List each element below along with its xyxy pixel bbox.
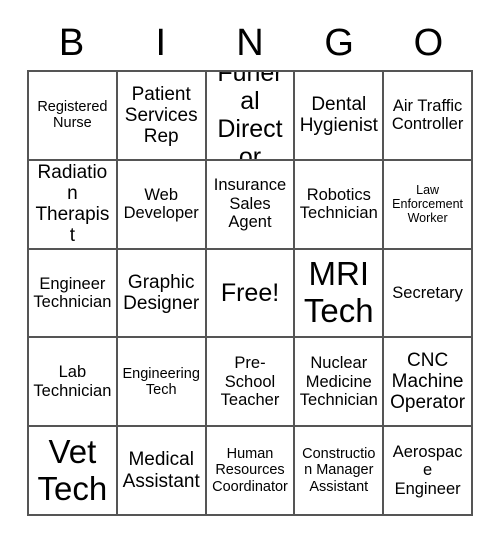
bingo-cell[interactable]: Air Traffic Controller: [384, 72, 473, 161]
bingo-card: B I N G O Registered Nurse Patient Servi…: [0, 0, 500, 544]
bingo-cell-label: Engineer Technician: [33, 274, 112, 311]
bingo-cell[interactable]: Lab Technician: [29, 338, 118, 428]
bingo-cell[interactable]: Radiation Therapist: [29, 160, 118, 250]
bingo-cell[interactable]: CNC Machine Operator: [384, 338, 473, 428]
bingo-cell-label: Registered Nurse: [37, 99, 108, 132]
bingo-cell-label: Air Traffic Controller: [391, 96, 464, 134]
bingo-cell[interactable]: Engineering Tech: [117, 338, 207, 428]
bingo-cell[interactable]: Human Resources Coordinator: [206, 427, 296, 516]
bingo-cell[interactable]: Engineer Technician: [29, 249, 118, 339]
bingo-cell-label: Robotics Technician: [299, 185, 378, 223]
bingo-cell[interactable]: Aerospace Engineer: [384, 427, 473, 516]
bingo-cell-free[interactable]: Free!: [206, 249, 296, 339]
bingo-header-letter-g: G: [324, 22, 354, 64]
bingo-cell-label: Vet Tech: [37, 432, 108, 507]
bingo-cell[interactable]: Construction Manager Assistant: [295, 427, 385, 516]
bingo-cell[interactable]: Insurance Sales Agent: [206, 160, 296, 250]
bingo-cell[interactable]: Web Developer: [117, 160, 207, 250]
bingo-cell-label: Lab Technician: [33, 363, 112, 400]
bingo-cell-label: Secretary: [392, 283, 463, 302]
bingo-cell-label: Free!: [220, 278, 280, 307]
bingo-cell-label: Funeral Director: [217, 72, 283, 161]
bingo-cell[interactable]: MRI Tech: [295, 249, 385, 339]
bingo-cell-label: MRI Tech: [303, 255, 374, 329]
bingo-cell-label: Law Enforcement Worker: [392, 183, 464, 226]
bingo-cell-label: Insurance Sales Agent: [213, 176, 287, 232]
bingo-cell[interactable]: Dental Hygienist: [295, 72, 385, 161]
bingo-cell-label: Radiation Therapist: [35, 161, 110, 247]
bingo-cell-label: Construction Manager Assistant: [302, 446, 376, 495]
bingo-cell[interactable]: Funeral Director: [206, 72, 296, 161]
bingo-header-letter-b: B: [58, 22, 85, 64]
bingo-cell[interactable]: Registered Nurse: [29, 72, 118, 161]
bingo-cell-label: Nuclear Medicine Technician: [299, 354, 378, 410]
bingo-cell[interactable]: Law Enforcement Worker: [384, 160, 473, 250]
bingo-cell[interactable]: Patient Services Rep: [117, 72, 207, 161]
bingo-header-row: B I N G O: [27, 18, 473, 68]
bingo-cell[interactable]: Secretary: [384, 249, 473, 339]
bingo-cell[interactable]: Medical Assistant: [117, 427, 207, 516]
bingo-cell-label: Human Resources Coordinator: [212, 446, 288, 495]
bingo-cell-label: Aerospace Engineer: [392, 442, 463, 498]
bingo-cell-label: CNC Machine Operator: [390, 349, 466, 414]
bingo-header-letter-i: I: [155, 22, 167, 64]
bingo-cell-label: Medical Assistant: [122, 449, 200, 492]
bingo-cell-label: Engineering Tech: [122, 365, 200, 398]
bingo-grid: Registered Nurse Patient Services Rep Fu…: [27, 70, 473, 516]
bingo-header-letter-o: O: [413, 22, 444, 64]
bingo-cell[interactable]: Robotics Technician: [295, 160, 385, 250]
bingo-header-letter-n: N: [236, 22, 264, 64]
bingo-cell-label: Web Developer: [123, 185, 199, 223]
bingo-cell-label: Graphic Designer: [123, 271, 200, 314]
bingo-cell[interactable]: Vet Tech: [29, 427, 118, 516]
bingo-cell[interactable]: Pre-School Teacher: [206, 338, 296, 428]
bingo-cell-label: Pre-School Teacher: [220, 354, 280, 410]
bingo-cell[interactable]: Graphic Designer: [117, 249, 207, 339]
bingo-cell-label: Patient Services Rep: [124, 83, 198, 148]
bingo-cell[interactable]: Nuclear Medicine Technician: [295, 338, 385, 428]
bingo-cell-label: Dental Hygienist: [299, 94, 378, 137]
